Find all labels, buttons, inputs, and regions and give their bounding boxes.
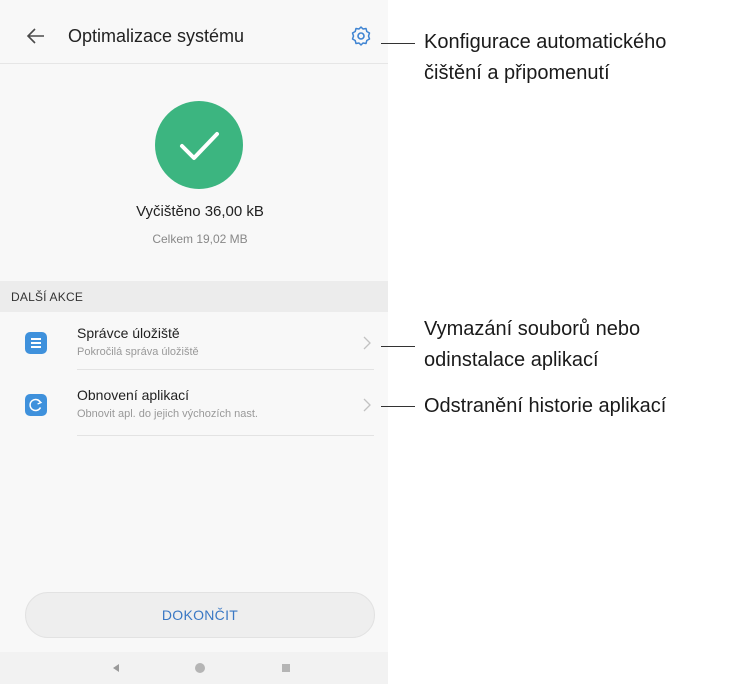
app-header: Optimalizace systému xyxy=(0,0,388,64)
callout-line-storage xyxy=(381,346,415,347)
row-divider xyxy=(77,435,374,436)
header-divider xyxy=(0,63,388,64)
list-item-storage-manager[interactable]: Správce úložiště Pokročilá správa úložiš… xyxy=(0,316,388,370)
row-subtitle: Obnovit apl. do jejich výchozích nast. xyxy=(77,408,258,420)
chevron-right-icon xyxy=(362,336,372,350)
navigation-bar xyxy=(0,652,388,684)
callout-storage: Vymazání souborů nebo odinstalace aplika… xyxy=(424,318,641,371)
nav-home-icon[interactable] xyxy=(195,663,205,673)
nav-recent-apps-icon[interactable] xyxy=(282,664,290,672)
section-label: DALŠÍ AKCE xyxy=(11,290,84,304)
callout-reset: Odstranění historie aplikací xyxy=(424,395,667,417)
total-size: Celkem 19,02 MB xyxy=(152,232,248,246)
list-item-app-reset[interactable]: Obnovení aplikací Obnovit apl. do jejich… xyxy=(0,378,388,436)
phone-screen: Optimalizace systému Vyčištěno 36,00 kB … xyxy=(0,0,388,684)
gear-icon[interactable] xyxy=(349,24,373,48)
callout-line-reset xyxy=(381,406,415,407)
arrow-left-icon[interactable] xyxy=(24,24,48,48)
row-divider xyxy=(77,369,374,370)
callout-line-settings xyxy=(381,43,415,44)
callout-settings: Konfigurace automatického čištění a přip… xyxy=(424,31,667,84)
checkmark-icon xyxy=(155,101,243,189)
reset-icon xyxy=(25,394,47,416)
row-subtitle: Pokročilá správa úložiště xyxy=(77,346,199,358)
finish-button[interactable]: DOKONČIT xyxy=(25,592,375,638)
cleaned-amount: Vyčištěno 36,00 kB xyxy=(136,203,264,220)
row-title: Obnovení aplikací xyxy=(77,387,190,403)
nav-back-icon[interactable] xyxy=(113,664,119,672)
storage-icon xyxy=(25,332,47,354)
row-title: Správce úložiště xyxy=(77,325,180,341)
chevron-right-icon xyxy=(362,398,372,412)
page-title: Optimalizace systému xyxy=(68,26,245,46)
